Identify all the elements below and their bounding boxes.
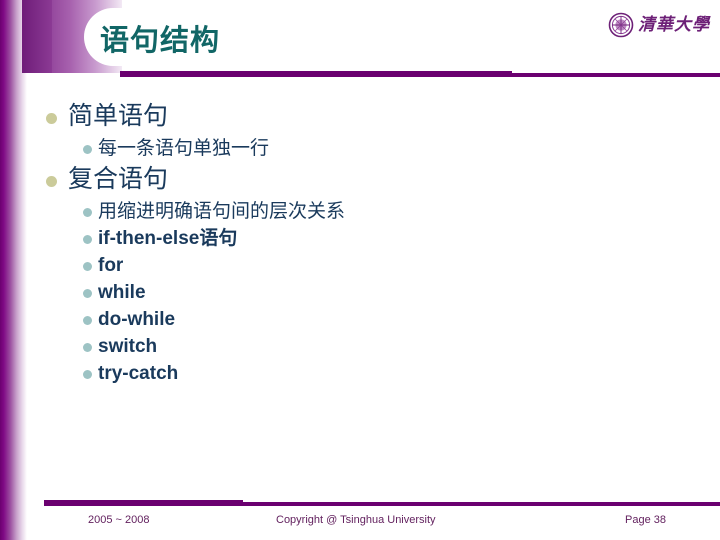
slide-canvas: 语句结构 清華大學 简单语句 每一条语句单独一行 复合语句 用缩进明确语句间的层… <box>0 0 720 540</box>
outline-item-level1[interactable]: 复合语句 <box>40 163 700 199</box>
outline-item-level1[interactable]: 简单语句 <box>40 100 700 136</box>
outline-item-label: 复合语句 <box>68 164 169 193</box>
bullet-level2-icon <box>83 343 92 352</box>
header-rule-thick <box>120 71 512 77</box>
slide-title: 语句结构 <box>100 23 221 57</box>
tsinghua-wordmark: 清華大學 <box>638 14 710 35</box>
outline-item-label: try-catch <box>98 363 179 384</box>
outline-item-label: 用缩进明确语句间的层次关系 <box>98 200 346 222</box>
footer-page-number: Page 38 <box>625 514 666 526</box>
bullet-level2-icon <box>83 208 92 217</box>
outline-item-label: if-then-else语句 <box>98 228 238 249</box>
left-gradient-band <box>0 0 27 540</box>
bullet-level1-icon <box>46 113 57 124</box>
outline-item-level2[interactable]: while <box>40 280 700 307</box>
bullet-level1-icon <box>46 176 57 187</box>
outline-item-level2[interactable]: if-then-else语句 <box>40 226 700 253</box>
outline-item-label: do-while <box>98 309 176 330</box>
bullet-level2-icon <box>83 289 92 298</box>
content-outline: 简单语句 每一条语句单独一行 复合语句 用缩进明确语句间的层次关系 if-the… <box>40 100 700 388</box>
bullet-level2-icon <box>83 145 92 154</box>
outline-item-label: for <box>98 255 124 276</box>
outline-item-label: 简单语句 <box>68 101 169 130</box>
header-purple-block-dark-edge <box>22 0 52 73</box>
outline-item-level2[interactable]: 用缩进明确语句间的层次关系 <box>40 199 700 226</box>
footer-rule-thick <box>44 500 243 506</box>
outline-item-label: 每一条语句单独一行 <box>98 137 270 159</box>
outline-item-label: while <box>98 282 146 303</box>
footer-date-range: 2005 ~ 2008 <box>88 514 150 526</box>
outline-item-level2[interactable]: for <box>40 253 700 280</box>
bullet-level2-icon <box>83 370 92 379</box>
bullet-level2-icon <box>83 262 92 271</box>
outline-item-label: switch <box>98 336 158 357</box>
outline-item-level2[interactable]: 每一条语句单独一行 <box>40 136 700 163</box>
header-rule-thin <box>512 73 720 77</box>
bullet-level2-icon <box>83 235 92 244</box>
outline-item-level2[interactable]: switch <box>40 334 700 361</box>
footer-copyright: Copyright @ Tsinghua University <box>276 514 436 526</box>
slide-footer: 2005 ~ 2008 Copyright @ Tsinghua Univers… <box>0 514 720 534</box>
outline-item-level2[interactable]: do-while <box>40 307 700 334</box>
bullet-level2-icon <box>83 316 92 325</box>
footer-rule-thin <box>243 502 720 506</box>
tsinghua-logo: 清華大學 <box>608 8 712 42</box>
tsinghua-emblem-icon <box>608 12 634 38</box>
outline-item-level2[interactable]: try-catch <box>40 361 700 388</box>
